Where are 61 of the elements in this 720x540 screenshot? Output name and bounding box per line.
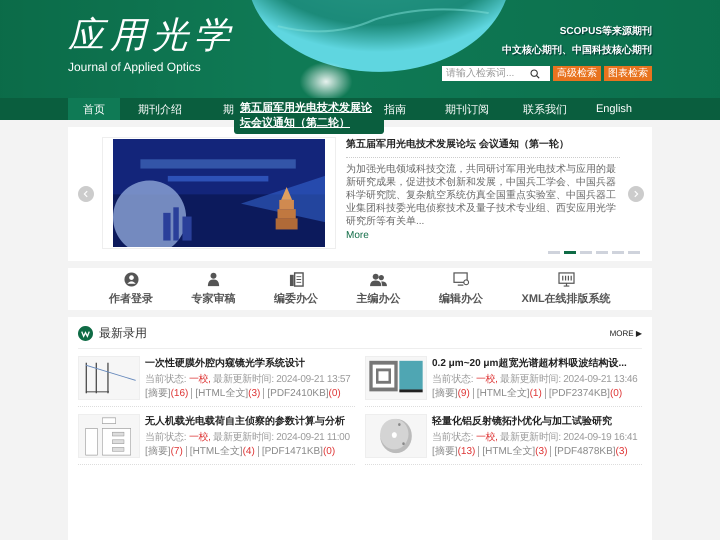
previous-button[interactable] xyxy=(78,186,94,202)
slide-indicator[interactable] xyxy=(612,251,624,254)
article-link[interactable]: [HTML全文](1) xyxy=(472,388,545,399)
article-status: 当前状态: 一校, 最新更新时间: 2024-09-21 13:46 xyxy=(432,372,638,386)
article-link[interactable]: [摘要](7) xyxy=(145,446,186,457)
news-summary: 为加强光电领域科技交流，共同研讨军用光电技术与应用的最新研究成果，促进技术创新和发展，中国兵工学会、中国兵器科学研究院、复杂航空系统仿真全国重点实验室、中国兵器工业集团科技委光电侦察技术及量子技术专业组、西安应用光学研究所等有关单... xyxy=(346,163,617,228)
article-link[interactable]: [HTML全文](3) xyxy=(478,446,550,457)
article-status: 当前状态: 一校, 最新更新时间: 2024-09-21 11:00 xyxy=(145,430,350,444)
search-field[interactable]: 请输入检索词... xyxy=(442,66,550,81)
slide-indicator[interactable] xyxy=(580,251,592,254)
nav-item[interactable]: 指南 xyxy=(384,98,420,120)
article-link[interactable]: [HTML全文](3) xyxy=(191,388,264,399)
slide-indicator[interactable] xyxy=(564,251,576,254)
article-link[interactable]: [PDF4878KB](3) xyxy=(550,446,631,457)
quick-link[interactable]: 编辑办公 xyxy=(439,272,484,306)
user-icon xyxy=(124,272,139,287)
article-status: 当前状态: 一校, 最新更新时间: 2024-09-21 13:57 xyxy=(145,372,350,386)
next-button[interactable] xyxy=(628,186,644,202)
slide-indicator[interactable] xyxy=(596,251,608,254)
article-link[interactable]: [摘要](9) xyxy=(432,388,473,399)
article-title[interactable]: 0.2 μm~20 μm超宽光谱超材料吸波结构设... xyxy=(432,356,638,370)
section-icon xyxy=(78,326,93,341)
journal-logo[interactable]: 应用光学 xyxy=(68,14,236,58)
chevron-right-icon xyxy=(632,190,640,198)
people-icon xyxy=(370,272,388,287)
journal-subtitle: Journal of Applied Optics xyxy=(68,60,202,74)
quick-link[interactable]: 主编办公 xyxy=(356,272,401,306)
article-title[interactable]: 轻量化铝反射镜拓扑优化与加工试验研究 xyxy=(432,414,638,428)
article-title[interactable]: 一次性硬膜外腔内窥镜光学系统设计 xyxy=(145,356,350,370)
news-title[interactable]: 第五届军用光电技术发展论坛 会议通知（第一轮） xyxy=(346,137,620,158)
quick-link[interactable]: 作者登录 xyxy=(109,272,154,306)
article-link[interactable]: [摘要](13) xyxy=(432,446,478,457)
article-link[interactable]: [PDF1471KB](0) xyxy=(258,446,338,457)
more-link[interactable]: More xyxy=(346,230,620,241)
slide-indicator[interactable] xyxy=(628,251,640,254)
more-link[interactable]: MORE ▶ xyxy=(610,329,642,338)
section-title: 最新录用 xyxy=(99,325,148,342)
search-icon[interactable] xyxy=(530,68,540,78)
nav-item[interactable]: 期刊订阅 xyxy=(420,98,514,120)
article-link[interactable]: [PDF2410KB](0) xyxy=(263,388,344,399)
nav-item[interactable]: 期 xyxy=(200,98,234,120)
document-icon xyxy=(288,272,304,287)
monitor-gear-icon xyxy=(452,272,470,287)
quick-link[interactable]: XML在线排版系统 xyxy=(521,272,611,306)
nav-item[interactable]: 期刊介绍 xyxy=(120,98,200,120)
monitor-icon xyxy=(558,272,575,287)
article-link[interactable]: [HTML全文](4) xyxy=(186,446,258,457)
indexing-label: SCOPUS等来源期刊 xyxy=(560,24,652,38)
slide-indicator[interactable] xyxy=(548,251,560,254)
chevron-left-icon xyxy=(82,190,90,198)
quick-link[interactable]: 专家审稿 xyxy=(192,272,236,306)
article-link[interactable]: [摘要](16) xyxy=(145,388,192,399)
indexing-label: 中文核心期刊、中国科技核心期刊 xyxy=(502,43,652,57)
article-status: 当前状态: 一校, 最新更新时间: 2024-09-19 16:41 xyxy=(432,430,638,444)
person-icon xyxy=(206,272,222,287)
quick-link[interactable]: 编委办公 xyxy=(274,272,318,306)
nav-item[interactable]: 联系我们 xyxy=(514,98,576,120)
nav-item[interactable]: English xyxy=(576,98,652,120)
nav-item[interactable]: 首页 xyxy=(68,98,120,120)
article-title[interactable]: 无人机载光电载荷自主侦察的参数计算与分析 xyxy=(145,414,350,428)
article-link[interactable]: [PDF2374KB](0) xyxy=(544,388,626,399)
